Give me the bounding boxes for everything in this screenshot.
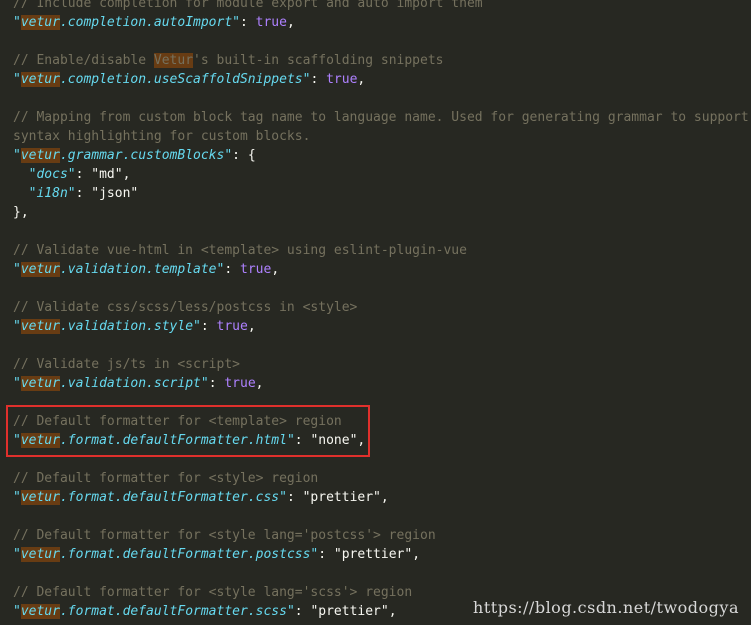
search-match: vetur [20, 547, 60, 562]
code-comment: syntax highlighting for custom blocks. [13, 129, 311, 144]
setting-key: .validation.style [59, 319, 194, 334]
setting-line: "vetur.format.defaultFormatter.css": "pr… [13, 490, 389, 505]
code-comment: // Validate js/ts in <script> [13, 357, 240, 372]
search-match: vetur [20, 604, 60, 619]
search-match: vetur [20, 15, 60, 30]
setting-line: "vetur.format.defaultFormatter.scss": "p… [13, 604, 397, 619]
watermark: https://blog.csdn.net/twodogya [473, 598, 739, 617]
setting-value: "prettier" [310, 604, 389, 619]
setting-line: "vetur.validation.template": true, [13, 262, 280, 277]
search-match: vetur [20, 490, 60, 505]
setting-value: "md", [91, 167, 131, 182]
search-match: vetur [20, 72, 60, 87]
code-comment: // Validate css/scss/less/postcss in <st… [13, 300, 358, 315]
search-match: vetur [20, 319, 60, 334]
code-editor[interactable]: // Include completion for module export … [0, 0, 751, 625]
code-comment: // Default formatter for <style lang='po… [13, 528, 436, 543]
setting-line: "vetur.validation.style": true, [13, 319, 256, 334]
setting-key: .validation.script [59, 376, 201, 391]
setting-subkey-line: "docs": "md", [28, 167, 131, 182]
object-close: }, [13, 205, 29, 220]
setting-key: .validation.template [59, 262, 217, 277]
setting-key: .format.defaultFormatter.scss [59, 604, 287, 619]
setting-key: .grammar.customBlocks [59, 148, 225, 163]
setting-line: "vetur.grammar.customBlocks": { [13, 148, 256, 163]
code-comment: // Default formatter for <style lang='sc… [13, 585, 413, 600]
search-match: Vetur [153, 53, 194, 68]
search-match: vetur [20, 376, 60, 391]
setting-key: .completion.autoImport [59, 15, 233, 30]
code-comment: // Enable/disable Vetur's built-in scaff… [13, 53, 444, 68]
setting-line: "vetur.completion.autoImport": true, [13, 15, 295, 30]
setting-key: docs [36, 167, 68, 182]
setting-value: "prettier" [302, 490, 381, 505]
code-comment: // Include completion for module export … [13, 0, 483, 11]
setting-line: "vetur.completion.useScaffoldSnippets": … [13, 72, 366, 87]
setting-line: "vetur.validation.script": true, [13, 376, 264, 391]
setting-value: true [240, 262, 272, 277]
setting-value: true [224, 376, 256, 391]
setting-key: i18n [36, 186, 68, 201]
code-comment: // Validate vue-html in <template> using… [13, 243, 467, 258]
search-match: vetur [20, 148, 60, 163]
setting-key: .format.defaultFormatter.css [59, 490, 280, 505]
setting-value: true [326, 72, 358, 87]
setting-value: "json" [91, 186, 139, 201]
annotation-box [6, 405, 370, 457]
setting-value: "prettier" [333, 547, 413, 562]
setting-subkey-line: "i18n": "json" [28, 186, 139, 201]
search-match: vetur [20, 262, 60, 277]
setting-key: .format.defaultFormatter.postcss [59, 547, 311, 562]
code-comment: // Mapping from custom block tag name to… [13, 110, 749, 125]
setting-line: "vetur.format.defaultFormatter.postcss":… [13, 547, 421, 562]
setting-value: true [216, 319, 248, 334]
setting-value: true [255, 15, 287, 30]
code-comment: // Default formatter for <style> region [13, 471, 319, 486]
setting-key: .completion.useScaffoldSnippets [59, 72, 303, 87]
